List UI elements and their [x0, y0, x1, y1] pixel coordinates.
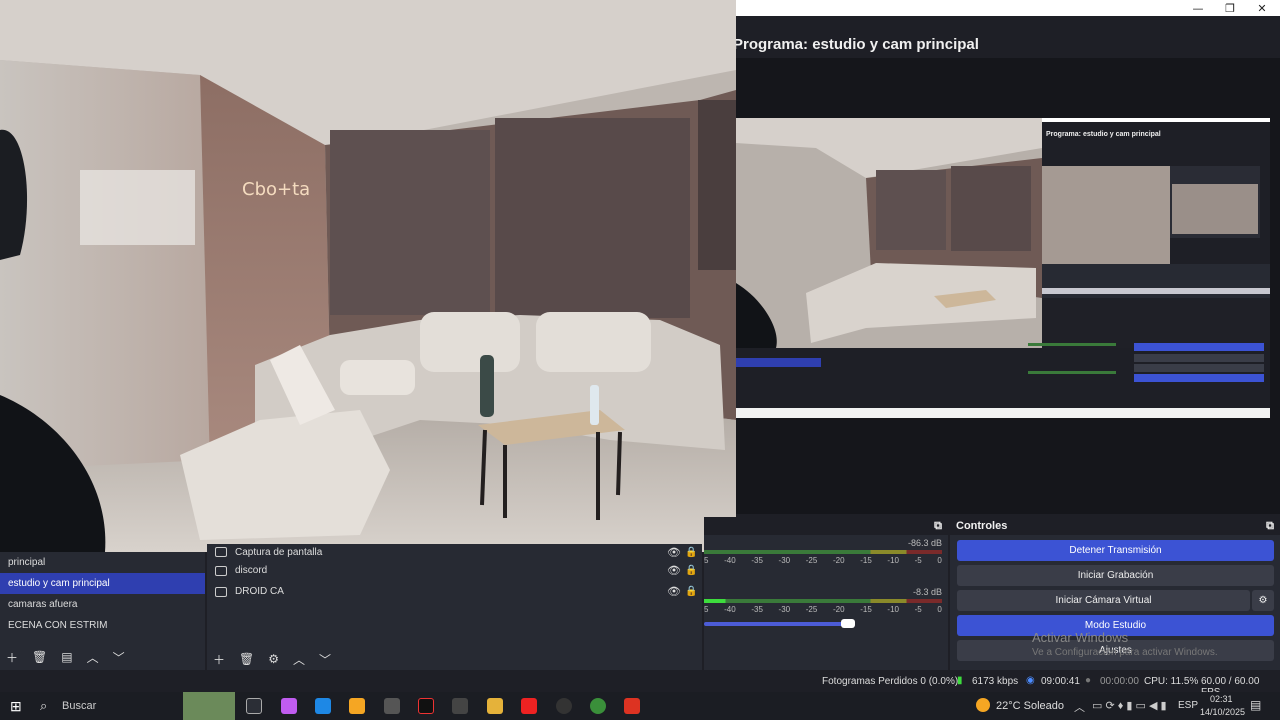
taskbar-search[interactable]: Buscar [62, 700, 96, 712]
record-icon: ● [1085, 675, 1092, 686]
lock-icon[interactable]: 🔒 [685, 586, 697, 597]
dock-float-icon[interactable]: ⧉ [934, 520, 942, 533]
windows-start-icon[interactable]: ⊞ [10, 698, 22, 715]
signal-icon: ▮ [957, 675, 963, 686]
source-item[interactable]: discord 👁 🔒 [207, 560, 702, 581]
eye-icon[interactable]: 👁 [667, 585, 681, 598]
scene-item[interactable]: principal [0, 552, 205, 573]
dropped-frames: Fotogramas Perdidos 0 (0.0%) [822, 676, 959, 687]
search-highlight-image [183, 692, 235, 720]
dock-float-icon[interactable]: ⧉ [1266, 520, 1274, 533]
notification-icon[interactable]: ▤ [1250, 698, 1261, 712]
stop-stream-button[interactable]: Detener Transmisión [957, 540, 1274, 561]
copilot-icon[interactable] [281, 698, 297, 714]
capcut-icon[interactable] [452, 698, 468, 714]
clock-date[interactable]: 14/10/2025 [1200, 707, 1245, 717]
clock-time[interactable]: 02:31 [1210, 694, 1233, 704]
tiktok-icon[interactable] [418, 698, 434, 714]
volume-meter-2 [704, 599, 942, 603]
volume-slider[interactable] [704, 619, 855, 628]
lock-icon[interactable]: 🔒 [685, 547, 697, 558]
move-down-icon[interactable]: ﹀ [113, 649, 125, 666]
program-title: Programa: estudio y cam principal [733, 36, 979, 53]
scene-item[interactable]: camaras afuera [0, 594, 205, 615]
sources-dock: Captura de pantalla 👁 🔒 discord 👁 🔒 DROI… [207, 544, 702, 670]
audio-mixer-dock: ⧉ -86.3 dB 5 -40 -35 -30 -25 -20 -15 -10 -5 0 -8.… [704, 517, 948, 670]
gear-icon[interactable]: ⚙ [268, 652, 279, 666]
chrome-icon[interactable] [590, 698, 606, 714]
tray-icons[interactable]: ▭ ⟳ ♦ ▮ ▭ ◀ ▮ [1092, 699, 1167, 712]
close-button[interactable]: ✕ [1246, 0, 1278, 16]
scenes-toolbar: ＋ 🗑 ▤ ︿ ﹀ [0, 646, 205, 668]
source-item[interactable]: DROID CA 👁 🔒 [207, 581, 702, 602]
source-item[interactable]: Captura de pantalla 👁 🔒 [207, 544, 702, 560]
stream-time: 09:00:41 [1041, 676, 1080, 687]
activation-watermark-subtext: Ve a Configuración para activar Windows. [1032, 647, 1218, 658]
chevron-up-icon[interactable]: ︿ [1074, 699, 1085, 715]
move-up-icon[interactable]: ︿ [293, 651, 305, 668]
filter-icon[interactable]: ▤ [61, 650, 72, 664]
activation-watermark: Activar Windows [1032, 630, 1129, 645]
search-icon[interactable]: ⌕ [40, 698, 47, 714]
nested-capture-image [736, 118, 1270, 418]
scenes-dock: principal estudio y cam principal camara… [0, 552, 205, 670]
maximize-button[interactable]: ❐ [1214, 0, 1246, 16]
stream-icon: ◉ [1026, 675, 1035, 686]
start-recording-button[interactable]: Iniciar Grabación [957, 565, 1274, 586]
status-bar: Fotogramas Perdidos 0 (0.0%) ▮ 6173 kbps… [0, 672, 1280, 698]
youtube-icon[interactable] [521, 698, 537, 714]
meter-ticks-1: 5 -40 -35 -30 -25 -20 -15 -10 -5 0 [704, 556, 942, 565]
edge-icon[interactable] [315, 698, 331, 714]
sources-toolbar: ＋ 🗑 ⚙ ︿ ﹀ [207, 648, 702, 670]
task-view-icon[interactable] [246, 698, 262, 714]
scene-item[interactable]: ECENA CON ESTRIM [0, 615, 205, 636]
add-icon[interactable]: ＋ [213, 651, 225, 668]
mixer-header: ⧉ [704, 517, 948, 535]
lock-icon[interactable]: 🔒 [685, 565, 697, 576]
move-down-icon[interactable]: ﹀ [319, 651, 331, 668]
app-icon[interactable] [624, 698, 640, 714]
source-label: DROID CA [235, 586, 284, 597]
meter-ticks-2: 5 -40 -35 -30 -25 -20 -15 -10 -5 0 [704, 605, 942, 614]
mixer-db-2: -8.3 dB [912, 587, 942, 597]
volume-slider-knob[interactable] [841, 619, 855, 628]
controls-header: Controles ⧉ [950, 517, 1280, 535]
cpu-usage: CPU: 11.5% [1144, 676, 1199, 687]
virtual-camera-button[interactable]: Iniciar Cámara Virtual [957, 590, 1250, 611]
folder-icon[interactable] [487, 698, 503, 714]
source-label: discord [235, 565, 268, 576]
controls-title: Controles [956, 520, 1008, 532]
add-icon[interactable]: ＋ [6, 649, 18, 666]
nested-title: Programa: estudio y cam principal [1046, 131, 1161, 138]
mail-icon[interactable] [384, 698, 400, 714]
trash-icon[interactable]: 🗑 [32, 650, 47, 664]
source-label: Captura de pantalla [235, 546, 323, 558]
weather-sun-icon [976, 698, 990, 712]
volume-meter-1 [704, 550, 942, 554]
eye-icon[interactable]: 👁 [667, 564, 681, 577]
nested-program-preview: Programa: estudio y cam principal [736, 118, 1270, 418]
eye-icon[interactable]: 👁 [667, 546, 681, 559]
move-up-icon[interactable]: ︿ [87, 649, 99, 666]
window-icon [215, 586, 227, 597]
virtual-camera-settings-gear-icon[interactable]: ⚙ [1252, 590, 1274, 611]
obs-icon[interactable] [556, 698, 572, 714]
bitrate: 6173 kbps [972, 676, 1019, 687]
window-icon [215, 547, 227, 557]
store-icon[interactable] [349, 698, 365, 714]
language-indicator[interactable]: ESP [1178, 700, 1198, 711]
living-room-image: Cbo+ta [0, 0, 736, 552]
weather[interactable]: 22°C Soleado [996, 700, 1064, 712]
minimize-button[interactable]: — [1182, 0, 1214, 16]
window-icon [215, 565, 227, 576]
record-time: 00:00:00 [1100, 676, 1139, 687]
scene-item-selected[interactable]: estudio y cam principal [0, 573, 205, 594]
mixer-db-1: -86.3 dB [907, 538, 942, 548]
camera-preview: Cbo+ta [0, 0, 736, 552]
trash-icon[interactable]: 🗑 [239, 652, 254, 666]
svg-text:Cbo+ta: Cbo+ta [242, 179, 310, 200]
